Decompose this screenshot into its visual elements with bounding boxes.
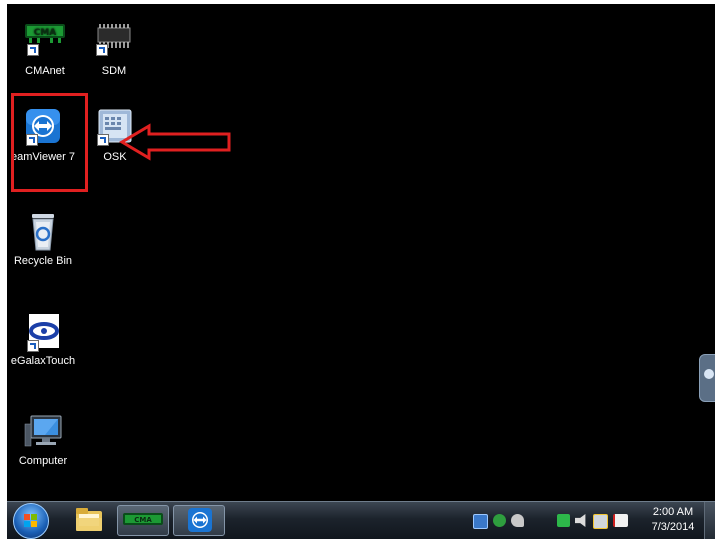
- taskbar-teamviewer-button[interactable]: [173, 505, 225, 536]
- side-panel-tab[interactable]: [699, 354, 715, 402]
- svg-text:CMA: CMA: [134, 516, 152, 524]
- network-icon[interactable]: [593, 514, 608, 529]
- show-desktop-button[interactable]: [704, 502, 715, 539]
- tools-icon[interactable]: [511, 514, 524, 527]
- volume-muted-icon[interactable]: [575, 514, 586, 527]
- computer-icon: [23, 412, 63, 452]
- taskbar-explorer-button[interactable]: [69, 505, 109, 536]
- desktop-icon-sdm[interactable]: SDM: [78, 22, 150, 77]
- desktop-icon-label: SDM: [101, 65, 127, 77]
- clock-time: 2:00 AM: [652, 506, 694, 518]
- cmanet-icon: CMA: [25, 22, 65, 62]
- chip-icon: [94, 22, 134, 62]
- desktop-icon-recycle-bin[interactable]: Recycle Bin: [7, 212, 79, 267]
- green-circle-icon[interactable]: [493, 514, 506, 527]
- annotation-highlight-box: [11, 93, 88, 192]
- teamviewer-icon: [188, 508, 212, 532]
- system-tray: 2:00 AM 7/3/2014: [465, 502, 715, 539]
- egalax-icon: [23, 312, 63, 352]
- taskbar: CMA 2:00 AM 7/3/2014: [7, 501, 715, 539]
- windows-start-orb-icon[interactable]: [13, 503, 49, 539]
- desktop: CMA CMAnet SDM eamViewer 7 OSK Recycle B…: [7, 4, 715, 539]
- action-center-flag-icon[interactable]: [613, 514, 628, 527]
- windows-flag-icon: [24, 514, 38, 528]
- desktop-icon-egalaxtouch[interactable]: eGalaxTouch: [7, 312, 79, 367]
- annotation-arrow-icon: [119, 123, 231, 161]
- chat-icon[interactable]: [557, 514, 570, 527]
- system-clock[interactable]: 2:00 AM 7/3/2014: [645, 505, 701, 535]
- clock-date: 7/3/2014: [651, 521, 695, 533]
- desktop-icon-cmanet[interactable]: CMA CMAnet: [9, 22, 81, 77]
- taskbar-cmanet-button[interactable]: CMA: [117, 505, 169, 536]
- desktop-icon-label: eGalaxTouch: [10, 355, 76, 367]
- svg-text:CMA: CMA: [34, 28, 57, 38]
- cmanet-icon: CMA: [123, 513, 163, 525]
- network-manager-icon[interactable]: [473, 514, 488, 529]
- recycle-bin-icon: [23, 212, 63, 252]
- desktop-icon-label: Recycle Bin: [13, 255, 73, 267]
- folder-explorer-icon: [76, 508, 102, 531]
- desktop-icon-computer[interactable]: Computer: [7, 412, 79, 467]
- desktop-icon-label: Computer: [18, 455, 68, 467]
- desktop-icon-label: CMAnet: [25, 65, 65, 77]
